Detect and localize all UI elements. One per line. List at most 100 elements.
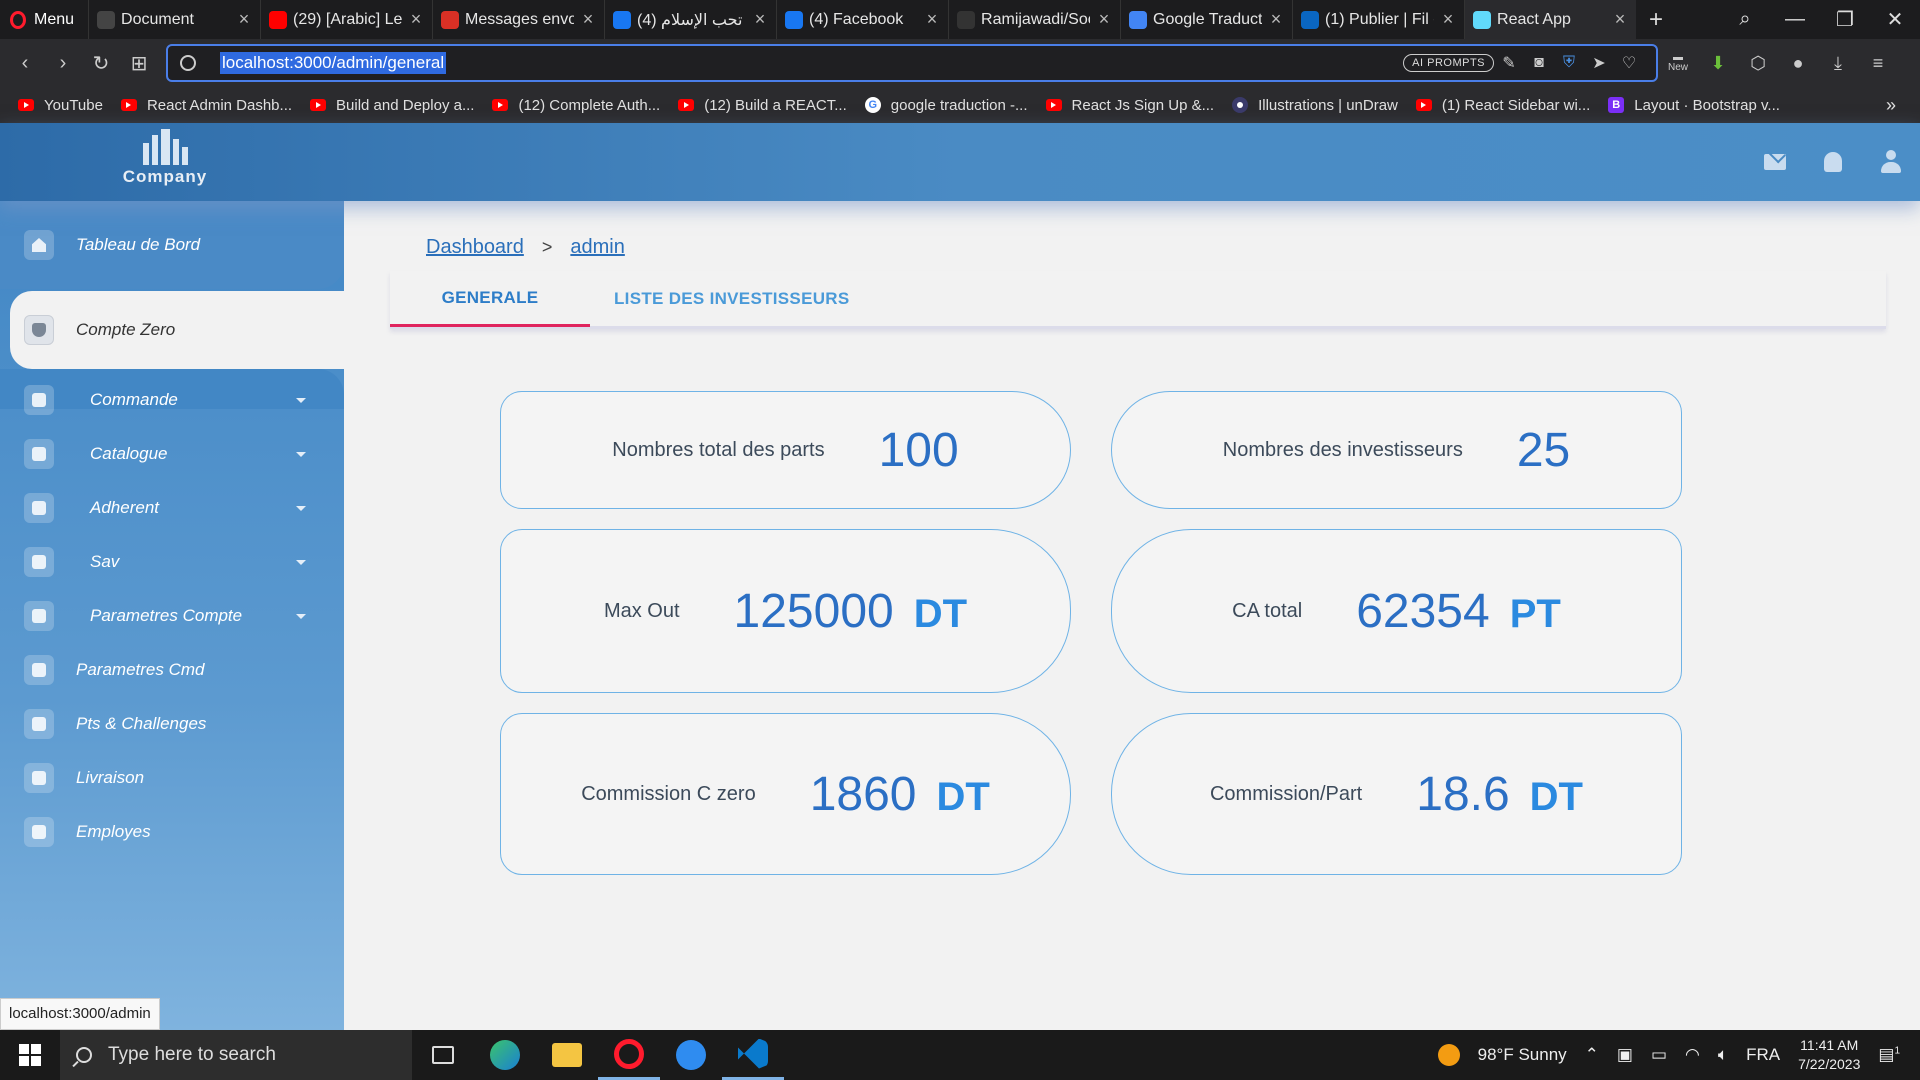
tab-close-icon[interactable]: × bbox=[1096, 9, 1112, 30]
tab-close-icon[interactable]: × bbox=[1612, 9, 1628, 30]
clock[interactable]: 11:41 AM 7/22/2023 bbox=[1798, 1036, 1860, 1074]
language-indicator[interactable]: FRA bbox=[1746, 1045, 1780, 1065]
app-store-icon bbox=[676, 1040, 706, 1070]
tray-chevron-icon[interactable]: ⌃ bbox=[1585, 1045, 1599, 1065]
bookmark-item[interactable]: React Admin Dashb... bbox=[120, 97, 292, 114]
tab-close-icon[interactable]: × bbox=[408, 9, 424, 30]
chevron-down-icon[interactable] bbox=[296, 397, 306, 403]
sidebar-item-adherent[interactable]: Adherent bbox=[0, 478, 344, 538]
edit-icon[interactable]: ✎ bbox=[1494, 53, 1524, 73]
windows-taskbar: Type here to search 98°F Sunny ⌃ ▣ ▭ ◠ 🔈… bbox=[0, 1030, 1920, 1080]
chevron-down-icon[interactable] bbox=[296, 559, 306, 565]
sidebar-item-commande[interactable]: Commande bbox=[0, 370, 344, 430]
weather-text[interactable]: 98°F Sunny bbox=[1478, 1045, 1567, 1065]
camera-icon[interactable]: ◙ bbox=[1524, 54, 1554, 72]
tab-close-icon[interactable]: × bbox=[924, 9, 940, 30]
download-extension-icon[interactable]: ⬇ bbox=[1698, 53, 1738, 74]
site-info-icon[interactable] bbox=[180, 55, 196, 71]
bookmark-item[interactable]: (1) React Sidebar wi... bbox=[1415, 97, 1590, 114]
envelope-icon bbox=[1764, 154, 1786, 170]
weather-sun-icon bbox=[1437, 1044, 1460, 1066]
browser-tab[interactable]: (29) [Arabic] Le × bbox=[260, 0, 432, 39]
url-field[interactable]: localhost:3000/admin/general AI PROMPTS … bbox=[166, 44, 1658, 82]
opera-app[interactable] bbox=[598, 1030, 660, 1080]
forward-button[interactable]: › bbox=[44, 52, 82, 75]
browser-menu-button[interactable]: Menu bbox=[0, 0, 88, 39]
bookmark-item[interactable]: React Js Sign Up &... bbox=[1045, 97, 1214, 114]
file-explorer-app[interactable] bbox=[536, 1030, 598, 1080]
app-store-app[interactable] bbox=[660, 1030, 722, 1080]
restore-button[interactable]: ❐ bbox=[1820, 7, 1870, 32]
volume-icon[interactable]: 🔈︎ bbox=[1718, 1045, 1728, 1065]
easy-setup-icon[interactable]: ≡ bbox=[1858, 53, 1898, 74]
breadcrumb-admin-link[interactable]: admin bbox=[570, 236, 624, 259]
start-button[interactable] bbox=[0, 1044, 60, 1066]
chevron-down-icon[interactable] bbox=[296, 451, 306, 457]
sidebar-item-parametres-compte[interactable]: Parametres Compte bbox=[0, 586, 344, 646]
tab-generale[interactable]: GENERALE bbox=[390, 271, 590, 327]
vscode-app[interactable] bbox=[722, 1030, 784, 1080]
taskbar-search[interactable]: Type here to search bbox=[60, 1030, 412, 1080]
bookmark-item[interactable]: Layout · Bootstrap v... bbox=[1608, 97, 1780, 114]
send-icon[interactable]: ➤ bbox=[1584, 53, 1614, 73]
url-text[interactable]: localhost:3000/admin/general bbox=[220, 52, 447, 74]
company-logo[interactable]: Company bbox=[110, 129, 220, 187]
tab-close-icon[interactable]: × bbox=[236, 9, 252, 30]
browser-tab[interactable]: (4) Facebook × bbox=[776, 0, 948, 39]
wifi-icon[interactable]: ◠ bbox=[1685, 1045, 1700, 1065]
close-window-button[interactable]: ✕ bbox=[1870, 7, 1920, 32]
sidebar-item-employes[interactable]: Employes bbox=[0, 802, 344, 862]
extension-new-icon[interactable]: ▬ New bbox=[1658, 53, 1698, 73]
back-button[interactable]: ‹ bbox=[6, 52, 44, 75]
browser-tab[interactable]: Ramijawadi/Soc × bbox=[948, 0, 1120, 39]
edge-app[interactable] bbox=[474, 1030, 536, 1080]
chevron-down-icon[interactable] bbox=[296, 613, 306, 619]
minimize-button[interactable]: — bbox=[1770, 8, 1820, 31]
sidebar-item-pts-challenges[interactable]: Pts & Challenges bbox=[0, 694, 344, 754]
task-view-button[interactable] bbox=[412, 1030, 474, 1080]
tab-close-icon[interactable]: × bbox=[1268, 9, 1284, 30]
new-tab-button[interactable]: + bbox=[1636, 6, 1676, 34]
sidebar-item-dashboard[interactable]: Tableau de Bord bbox=[0, 215, 344, 275]
ai-prompts-button[interactable]: AI PROMPTS bbox=[1403, 54, 1494, 72]
tab-close-icon[interactable]: × bbox=[1440, 9, 1456, 30]
shield-icon[interactable]: ⛨ bbox=[1554, 54, 1584, 72]
bookmark-item[interactable]: YouTube bbox=[18, 97, 103, 114]
notification-center-icon[interactable]: ▤1 bbox=[1878, 1045, 1900, 1065]
tab-grid-button[interactable]: ⊞ bbox=[120, 51, 158, 76]
profile-button[interactable] bbox=[1862, 150, 1920, 174]
profile-icon[interactable]: ● bbox=[1778, 53, 1818, 74]
browser-tab[interactable]: Google Traducti × bbox=[1120, 0, 1292, 39]
messages-button[interactable] bbox=[1746, 154, 1804, 170]
downloads-icon[interactable]: ⤓ bbox=[1818, 53, 1858, 74]
breadcrumb-dashboard-link[interactable]: Dashboard bbox=[426, 236, 524, 259]
bookmarks-overflow-icon[interactable]: » bbox=[1886, 95, 1896, 116]
browser-tab[interactable]: Messages envo × bbox=[432, 0, 604, 39]
browser-tab[interactable]: Document × bbox=[88, 0, 260, 39]
sidebar-item-catalogue[interactable]: Catalogue bbox=[0, 424, 344, 484]
bookmark-item[interactable]: Illustrations | unDraw bbox=[1232, 97, 1398, 114]
tab-close-icon[interactable]: × bbox=[752, 9, 768, 30]
card-label: Commission C zero bbox=[581, 782, 756, 805]
reload-button[interactable]: ↻ bbox=[82, 51, 120, 76]
sidebar-item-sav[interactable]: Sav bbox=[0, 532, 344, 592]
tab-close-icon[interactable]: × bbox=[580, 9, 596, 30]
sidebar-item-compte-zero[interactable]: Compte Zero bbox=[10, 291, 344, 369]
browser-search-icon[interactable]: ⌕ bbox=[1720, 8, 1770, 31]
bookmark-item[interactable]: google traduction -... bbox=[864, 97, 1028, 114]
bookmark-item[interactable]: Build and Deploy a... bbox=[310, 97, 474, 114]
cube-icon[interactable]: ⬡ bbox=[1738, 53, 1778, 74]
chevron-down-icon[interactable] bbox=[296, 505, 306, 511]
notifications-button[interactable] bbox=[1804, 152, 1862, 172]
bookmark-item[interactable]: (12) Complete Auth... bbox=[492, 97, 660, 114]
sidebar-item-livraison[interactable]: Livraison bbox=[0, 748, 344, 808]
battery-icon[interactable]: ▭ bbox=[1651, 1045, 1667, 1065]
heart-icon[interactable]: ♡ bbox=[1614, 53, 1644, 73]
sidebar-item-parametres-cmd[interactable]: Parametres Cmd bbox=[0, 640, 344, 700]
meet-icon[interactable]: ▣ bbox=[1617, 1045, 1633, 1065]
browser-tab[interactable]: (1) Publier | Fil d × bbox=[1292, 0, 1464, 39]
browser-tab[interactable]: React App × bbox=[1464, 0, 1637, 39]
bookmark-item[interactable]: (12) Build a REACT... bbox=[678, 97, 847, 114]
tab-liste-investisseurs[interactable]: LISTE DES INVESTISSEURS bbox=[590, 271, 874, 327]
browser-tab[interactable]: (4) تحب الإسلام : × bbox=[604, 0, 776, 39]
